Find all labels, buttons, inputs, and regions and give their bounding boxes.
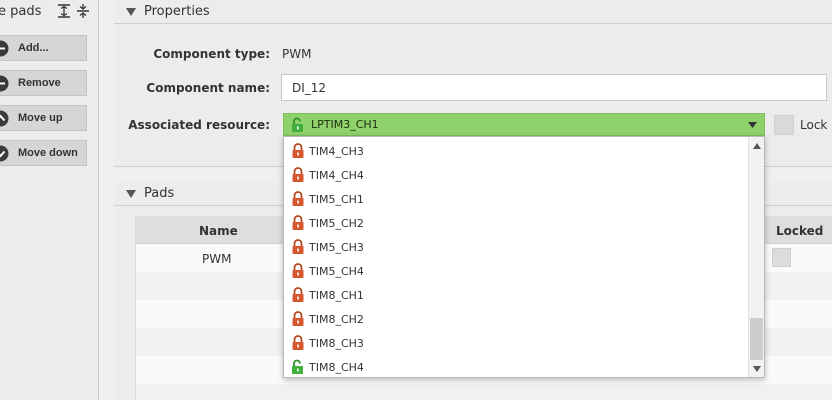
component-type-value: PWM (282, 47, 312, 61)
scrollbar-thumb[interactable] (750, 318, 763, 360)
dropdown-item-tim8-ch1[interactable]: TIM8_CH1 (284, 283, 749, 307)
lock-checkbox[interactable] (774, 115, 794, 135)
component-type-label: Component type: (153, 47, 270, 61)
pads-toolbar-panel: ee pads Add... Remove Move up Move down (0, 0, 99, 400)
dropdown-item-label: TIM8_CH4 (309, 361, 364, 374)
dropdown-item-label: TIM5_CH4 (309, 265, 364, 278)
pad-locked-checkbox[interactable] (772, 248, 791, 267)
column-header-locked[interactable]: Locked (776, 224, 823, 238)
dropdown-item-label: TIM5_CH3 (309, 241, 364, 254)
dropdown-item-label: TIM8_CH3 (309, 337, 364, 350)
add-pad-button[interactable]: Add... (0, 35, 87, 61)
locked-padlock-icon (291, 191, 305, 207)
dropdown-item-label: TIM4_CH4 (309, 169, 364, 182)
associated-resource-combobox[interactable]: LPTIM3_CH1 (283, 113, 765, 136)
collapse-triangle-icon[interactable] (126, 8, 136, 16)
remove-pad-button-label: Remove (18, 77, 61, 89)
table-row (136, 384, 832, 400)
properties-title: Properties (144, 4, 210, 19)
dropdown-item-tim4-ch3[interactable]: TIM4_CH3 (284, 139, 749, 163)
dropdown-item-tim5-ch4[interactable]: TIM5_CH4 (284, 259, 749, 283)
locked-padlock-icon (291, 167, 305, 183)
column-header-name[interactable]: Name (199, 224, 238, 238)
locked-padlock-icon (291, 239, 305, 255)
collapse-all-icon[interactable] (75, 3, 91, 19)
move-down-button[interactable]: Move down (0, 140, 87, 166)
move-up-icon (0, 110, 9, 127)
left-panel-header: ee pads (0, 0, 99, 24)
dropdown-scrollbar[interactable] (748, 137, 764, 377)
lock-checkbox-label: Lock (800, 118, 828, 132)
dropdown-item-label: TIM5_CH2 (309, 217, 364, 230)
move-up-button-label: Move up (18, 112, 63, 124)
locked-padlock-icon (291, 143, 305, 159)
component-name-input[interactable] (281, 74, 827, 101)
dropdown-item-label: TIM8_CH1 (309, 289, 364, 302)
chevron-down-icon (748, 122, 757, 128)
component-name-label: Component name: (146, 81, 270, 95)
remove-pad-button[interactable]: Remove (0, 70, 87, 96)
properties-section-header[interactable]: Properties (114, 0, 832, 24)
locked-padlock-icon (291, 311, 305, 327)
remove-icon (0, 75, 9, 92)
locked-padlock-icon (291, 287, 305, 303)
dropdown-item-tim8-ch4[interactable]: TIM8_CH4 (284, 355, 749, 377)
move-down-icon (0, 145, 9, 162)
dropdown-item-label: TIM4_CH3 (309, 145, 364, 158)
dropdown-item-label: TIM5_CH1 (309, 193, 364, 206)
associated-resource-value: LPTIM3_CH1 (311, 118, 379, 131)
dropdown-item-label: TIM8_CH2 (309, 313, 364, 326)
locked-padlock-icon (291, 263, 305, 279)
dropdown-item-tim5-ch2[interactable]: TIM5_CH2 (284, 211, 749, 235)
scroll-down-arrow-icon[interactable] (753, 366, 761, 372)
unlocked-padlock-icon (291, 117, 305, 133)
scroll-up-arrow-icon[interactable] (753, 143, 761, 149)
resource-dropdown-list[interactable]: TIM4_CH3 TIM4_CH4 TIM5_CH1 TIM5_CH2 TIM5… (283, 136, 765, 378)
move-down-button-label: Move down (18, 147, 78, 159)
locked-padlock-icon (291, 215, 305, 231)
dropdown-item-tim8-ch3[interactable]: TIM8_CH3 (284, 331, 749, 355)
move-up-button[interactable]: Move up (0, 105, 87, 131)
dropdown-item-tim5-ch1[interactable]: TIM5_CH1 (284, 187, 749, 211)
dropdown-item-tim4-ch4[interactable]: TIM4_CH4 (284, 163, 749, 187)
add-icon (0, 40, 9, 57)
expand-all-icon[interactable] (56, 3, 72, 19)
pad-name-cell: PWM (202, 252, 232, 266)
associated-resource-label: Associated resource: (128, 118, 270, 132)
locked-padlock-icon (291, 335, 305, 351)
pads-title: Pads (144, 186, 175, 201)
left-panel-title: ee pads (0, 4, 42, 19)
dropdown-item-tim8-ch2[interactable]: TIM8_CH2 (284, 307, 749, 331)
dropdown-item-tim5-ch3[interactable]: TIM5_CH3 (284, 235, 749, 259)
collapse-triangle-icon[interactable] (126, 190, 136, 198)
add-pad-button-label: Add... (18, 42, 49, 54)
unlocked-padlock-icon (291, 359, 305, 375)
